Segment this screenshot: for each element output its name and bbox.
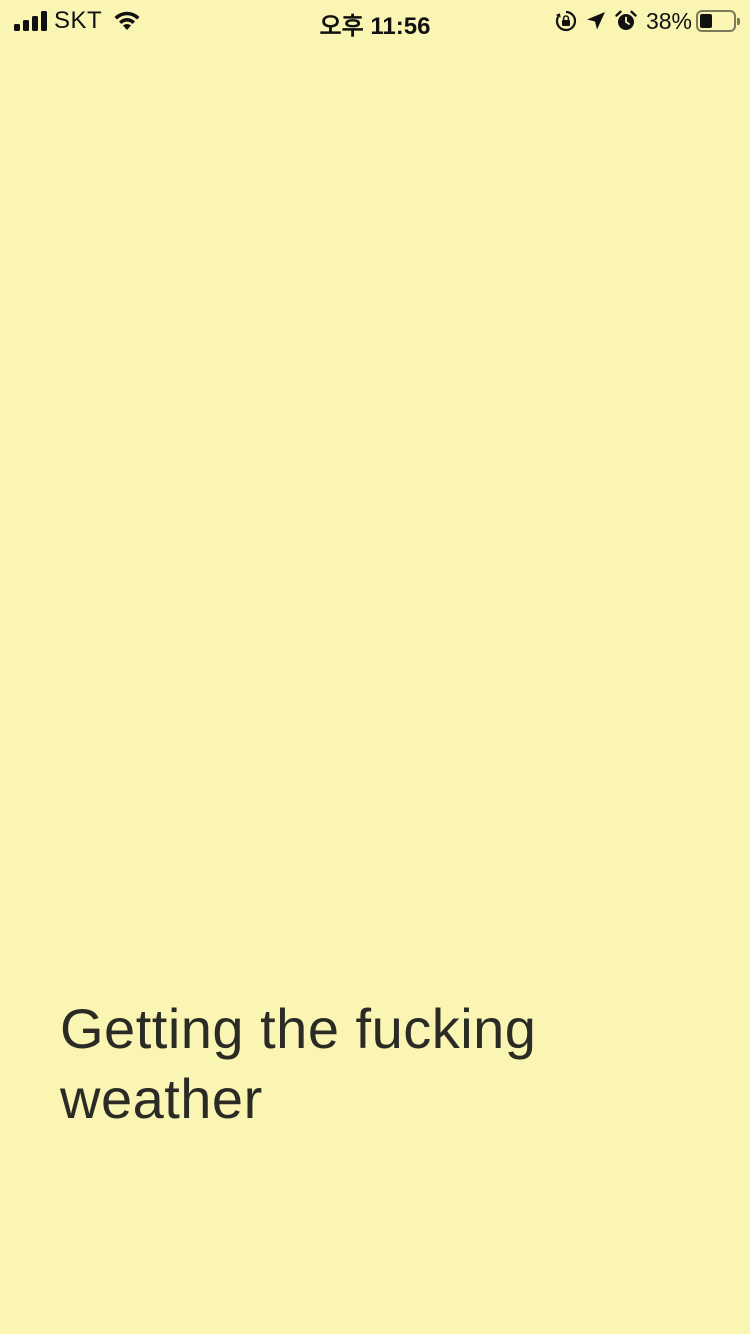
status-bar-right: 38% <box>554 7 740 35</box>
battery-level-fill <box>700 14 712 28</box>
alarm-icon <box>615 10 637 30</box>
battery-nub <box>737 18 740 25</box>
orientation-lock-icon <box>555 10 577 32</box>
battery-percent: 38% <box>645 7 692 34</box>
status-bar: SKT 오후 11:56 38% <box>0 0 750 40</box>
location-arrow-icon <box>586 12 605 30</box>
battery-icon <box>696 10 740 32</box>
loading-message: Getting the fucking weather <box>60 997 537 1130</box>
